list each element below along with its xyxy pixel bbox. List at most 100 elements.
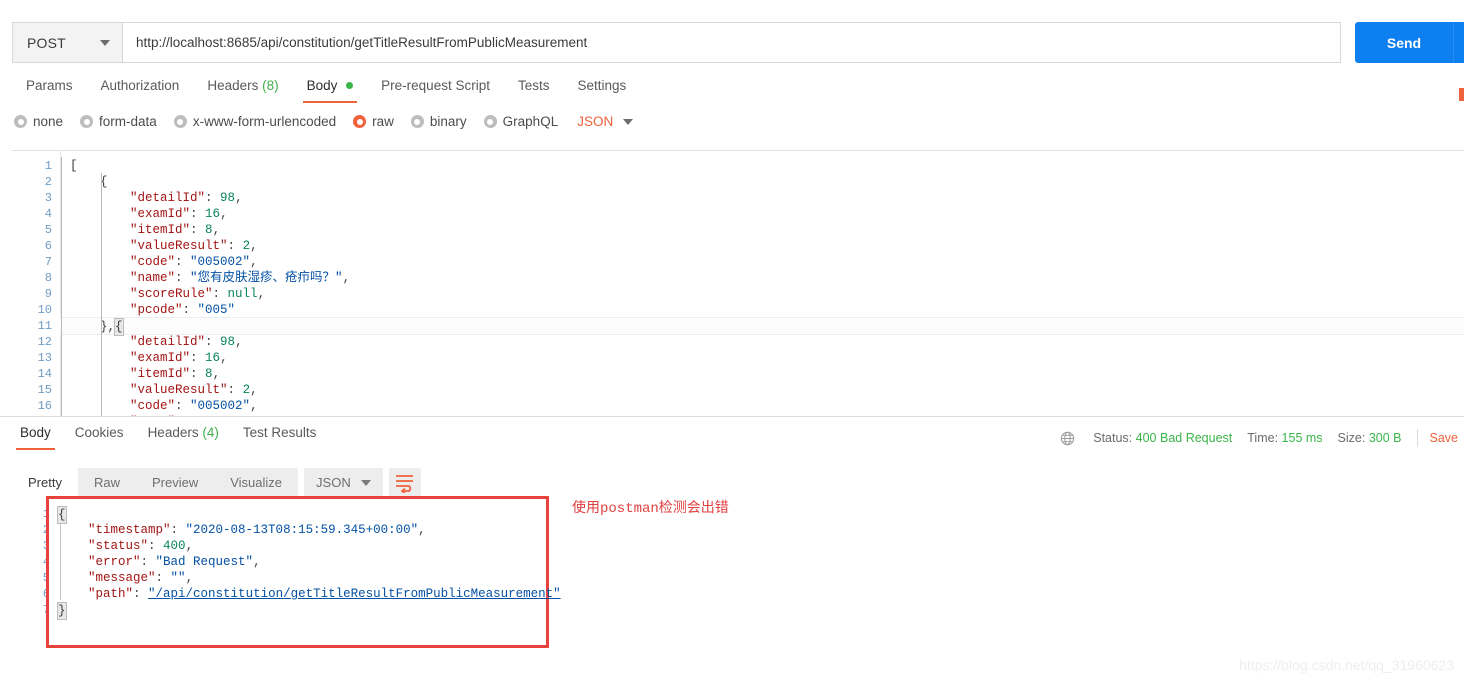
- size-label: Size:: [1337, 431, 1366, 445]
- code-token: "detailId": [130, 335, 206, 349]
- line-number: 14: [37, 367, 52, 381]
- response-tabs: Body Cookies Headers (4) Test Results: [8, 423, 328, 450]
- radio-icon: [410, 115, 424, 128]
- radio-icon: [483, 115, 497, 128]
- send-options-button[interactable]: [1453, 22, 1464, 63]
- body-type-none[interactable]: none: [14, 114, 63, 129]
- code-token: }: [57, 602, 67, 620]
- tab-settings[interactable]: Settings: [563, 76, 640, 103]
- response-view-visualize[interactable]: Visualize: [214, 468, 298, 497]
- code-token: "itemId": [130, 223, 191, 237]
- code-token: ,: [418, 523, 426, 537]
- body-modified-dot-icon: [346, 82, 354, 89]
- body-type-binary[interactable]: binary: [410, 114, 467, 129]
- tab-body[interactable]: Body: [293, 76, 368, 103]
- response-tab-headers-label: Headers: [147, 425, 199, 440]
- code-token: ,: [212, 367, 221, 381]
- code-token: "name": [130, 271, 176, 285]
- tab-headers[interactable]: Headers (8): [193, 76, 292, 103]
- code-token: ,: [250, 399, 258, 413]
- tab-headers-count: (8): [262, 78, 279, 93]
- tab-authorization[interactable]: Authorization: [87, 76, 194, 103]
- response-view-tabs: Pretty Raw Preview Visualize: [12, 468, 299, 497]
- body-language-label: JSON: [577, 114, 614, 129]
- response-view-pretty[interactable]: Pretty: [12, 468, 78, 497]
- code-token: :: [190, 223, 206, 237]
- body-language-dropdown[interactable]: JSON: [577, 114, 634, 129]
- code-token: "您有皮肤湿疹、疮疖吗？": [190, 271, 343, 285]
- body-type-raw[interactable]: raw: [353, 114, 394, 129]
- code-token: :: [227, 239, 243, 253]
- code-token: "path": [88, 587, 134, 601]
- response-tab-headers[interactable]: Headers (4): [136, 423, 231, 450]
- code-token: ,: [253, 555, 261, 569]
- edge-indicator: [1459, 88, 1464, 101]
- code-token: 2: [242, 239, 251, 253]
- response-language-dropdown[interactable]: JSON: [304, 468, 383, 497]
- code-token: ,: [185, 539, 194, 553]
- send-button[interactable]: Send: [1355, 22, 1453, 63]
- code-line: "valueResult": 2,: [70, 238, 258, 254]
- response-tab-test-results[interactable]: Test Results: [231, 423, 329, 450]
- request-url-input[interactable]: http://localhost:8685/api/constitution/g…: [122, 22, 1341, 63]
- code-token: :: [212, 287, 228, 301]
- chevron-down-icon: [100, 40, 110, 46]
- save-response-link[interactable]: Save: [1430, 431, 1459, 445]
- tab-tests[interactable]: Tests: [504, 76, 564, 103]
- code-token: "": [170, 571, 186, 585]
- response-view-raw[interactable]: Raw: [78, 468, 136, 497]
- code-token: "examId": [130, 207, 191, 221]
- tab-pre-request-script[interactable]: Pre-request Script: [367, 76, 504, 103]
- response-tab-cookies[interactable]: Cookies: [63, 423, 136, 450]
- body-type-form-data[interactable]: form-data: [80, 114, 157, 129]
- response-toolbar: Body Cookies Headers (4) Test Results St…: [0, 416, 1464, 461]
- tab-tests-label: Tests: [517, 78, 550, 93]
- code-token: :: [140, 555, 156, 569]
- code-token: 8: [205, 223, 213, 237]
- request-editor-gutter: 1 2 3 4 5 6 7 8 9 10 11 12 13 14 15 16: [12, 151, 61, 416]
- code-line: "status": 400,: [58, 538, 193, 554]
- code-line: "examId": 16,: [70, 206, 228, 222]
- line-number: 1: [44, 159, 52, 173]
- tab-params[interactable]: Params: [12, 76, 87, 103]
- radio-icon: [80, 115, 94, 128]
- request-body-editor[interactable]: 1 2 3 4 5 6 7 8 9 10 11 12 13 14 15 16 [ { "detailId": …: [12, 150, 1464, 416]
- code-line: "scoreRule": null,: [70, 286, 265, 302]
- code-token: "/api/constitution/getTitleResultFromPub…: [148, 587, 561, 601]
- tab-authorization-label: Authorization: [100, 78, 180, 93]
- size-value: 300 B: [1368, 431, 1402, 445]
- line-number: 11: [37, 319, 52, 333]
- response-tab-cookies-label: Cookies: [74, 425, 124, 440]
- request-editor-code[interactable]: [ { "detailId": 98, "examId": 16, "itemI…: [60, 151, 1464, 416]
- meta-divider: [1416, 429, 1418, 447]
- code-line: "path": "/api/constitution/getTitleResul…: [58, 586, 561, 602]
- wrap-lines-button[interactable]: [388, 468, 421, 497]
- response-tab-body[interactable]: Body: [8, 423, 63, 450]
- top-cut-strip: [0, 0, 1464, 12]
- code-line: },{: [70, 318, 124, 336]
- code-token: :: [205, 191, 221, 205]
- line-number: 15: [37, 383, 52, 397]
- line-number: 10: [37, 303, 52, 317]
- code-token: "timestamp": [88, 523, 171, 537]
- code-line: "itemId": 8,: [70, 222, 220, 238]
- code-token: :: [205, 335, 221, 349]
- code-token: :: [175, 271, 191, 285]
- code-token: ,: [342, 271, 351, 285]
- line-number: 6: [44, 239, 52, 253]
- response-language-label: JSON: [316, 475, 351, 490]
- code-line: {: [57, 506, 67, 524]
- code-token: "pcode": [130, 303, 183, 317]
- code-token: "status": [88, 539, 149, 553]
- watermark: https://blog.csdn.net/qq_31960623: [1239, 657, 1454, 673]
- code-token: "valueResult": [130, 383, 228, 397]
- indent-guide: [61, 157, 62, 416]
- code-token: ,: [235, 191, 243, 205]
- response-view-preview[interactable]: Preview: [136, 468, 214, 497]
- globe-icon[interactable]: [1060, 431, 1075, 446]
- body-type-urlencoded[interactable]: x-www-form-urlencoded: [173, 114, 336, 129]
- code-token: 98: [220, 335, 236, 349]
- http-method-dropdown[interactable]: POST: [12, 22, 122, 63]
- body-type-graphql[interactable]: GraphQL: [483, 114, 558, 129]
- code-token: },: [100, 320, 116, 334]
